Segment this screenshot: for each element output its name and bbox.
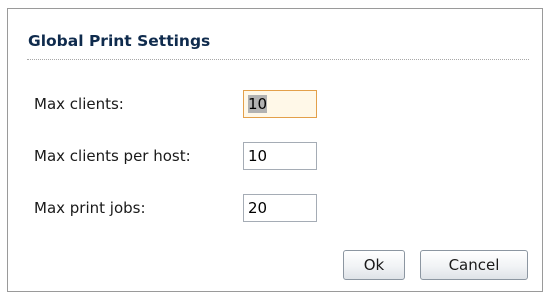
max-print-jobs-label: Max print jobs: [34,199,146,217]
max-clients-input[interactable]: 10 [243,90,317,118]
max-clients-per-host-label: Max clients per host: [34,147,191,165]
cancel-button[interactable]: Cancel [420,250,528,280]
global-print-settings-dialog: Global Print Settings Max clients: 10 Ma… [7,8,543,292]
ok-button[interactable]: Ok [343,250,405,280]
max-clients-per-host-value: 10 [248,147,268,165]
dialog-title: Global Print Settings [28,32,211,50]
max-print-jobs-input[interactable]: 20 [243,194,317,222]
max-clients-value: 10 [248,95,268,113]
title-divider [27,59,529,60]
max-print-jobs-value: 20 [248,199,268,217]
max-clients-label: Max clients: [34,95,124,113]
max-clients-per-host-input[interactable]: 10 [243,142,317,170]
